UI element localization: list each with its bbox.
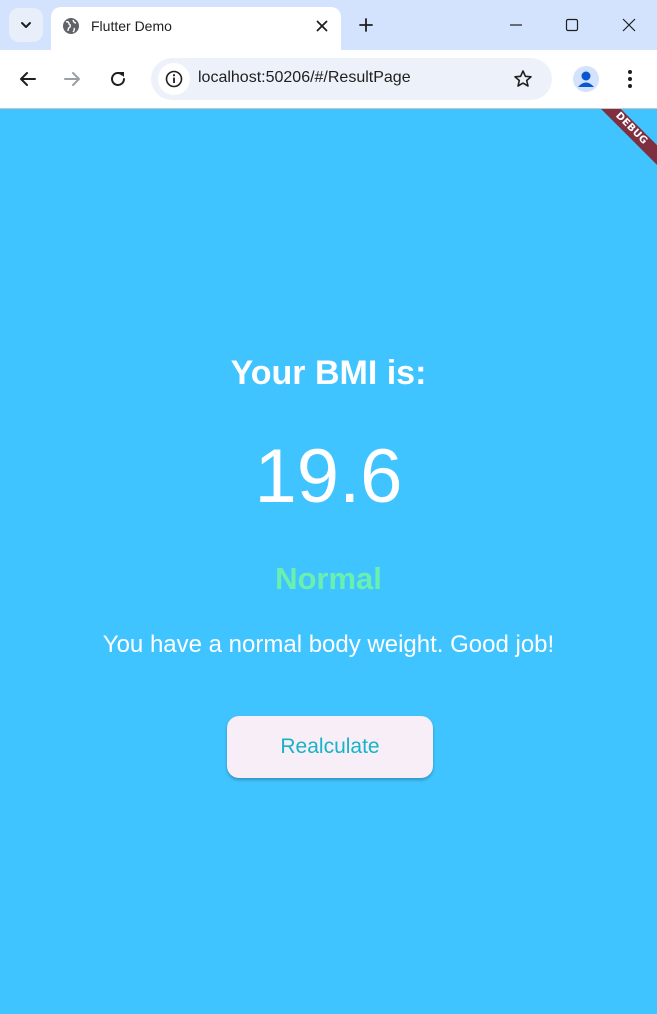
browser-toolbar: localhost:50206/#/ResultPage xyxy=(0,50,657,109)
tab-search-button[interactable] xyxy=(9,8,43,42)
chevron-down-icon xyxy=(21,22,31,28)
bmi-value: 19.6 xyxy=(254,434,403,519)
new-tab-button[interactable] xyxy=(355,14,377,36)
address-bar[interactable]: localhost:50206/#/ResultPage xyxy=(151,58,552,100)
bookmark-button[interactable] xyxy=(511,67,535,91)
reload-icon xyxy=(111,72,125,86)
reload-button[interactable] xyxy=(105,66,131,92)
result-page: DEBUG Your BMI is: 19.6 Normal You have … xyxy=(0,109,657,1014)
forward-button[interactable] xyxy=(59,66,85,92)
globe-icon xyxy=(63,18,79,34)
maximize-icon xyxy=(565,18,579,32)
back-button[interactable] xyxy=(15,66,41,92)
arrow-left-icon xyxy=(20,72,36,86)
maximize-button[interactable] xyxy=(558,11,586,39)
star-icon xyxy=(514,70,532,87)
kebab-menu-icon xyxy=(628,70,632,88)
recalculate-button[interactable]: Realculate xyxy=(227,716,433,778)
tab-strip: Flutter Demo xyxy=(0,0,657,50)
minimize-button[interactable] xyxy=(502,11,530,39)
debug-banner: DEBUG xyxy=(583,109,657,177)
minimize-icon xyxy=(510,24,522,26)
arrow-right-icon xyxy=(64,72,80,86)
person-icon xyxy=(578,71,594,87)
tab-title: Flutter Demo xyxy=(91,18,172,34)
info-icon xyxy=(165,70,183,88)
bmi-heading: Your BMI is: xyxy=(230,354,427,392)
tab-close-button[interactable] xyxy=(312,16,332,36)
url-text: localhost:50206/#/ResultPage xyxy=(198,69,411,86)
window-close-button[interactable] xyxy=(615,11,643,39)
bmi-category: Normal xyxy=(275,561,382,596)
browser-menu-button[interactable] xyxy=(620,66,640,92)
plus-icon xyxy=(359,18,373,32)
close-icon xyxy=(622,18,636,32)
browser-tab[interactable]: Flutter Demo xyxy=(51,7,341,50)
profile-button[interactable] xyxy=(573,66,599,92)
site-info-button[interactable] xyxy=(158,63,190,95)
bmi-message: You have a normal body weight. Good job! xyxy=(102,631,555,658)
close-icon xyxy=(316,20,328,32)
